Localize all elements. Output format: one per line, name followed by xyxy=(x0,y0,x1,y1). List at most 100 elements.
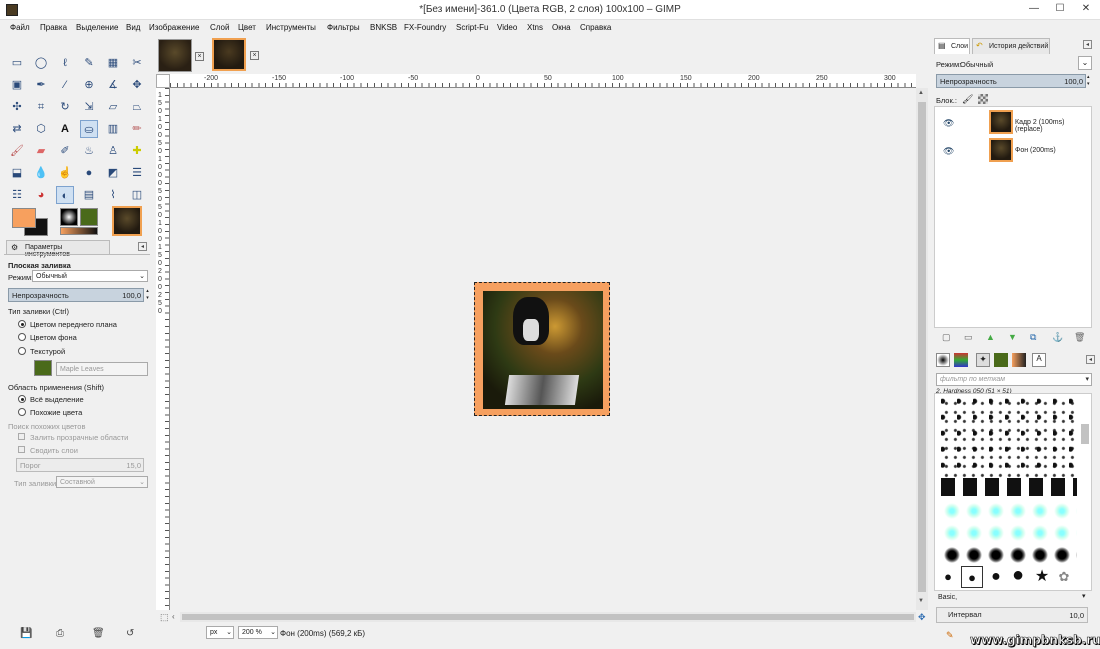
brush-item[interactable]: ● xyxy=(987,568,1005,586)
reset-options-icon[interactable]: ↺ xyxy=(126,628,134,639)
menu-fx-foundry[interactable]: FX-Foundry xyxy=(404,23,446,32)
horizontal-scrollbar[interactable] xyxy=(180,612,916,622)
clone-icon[interactable]: ♙ xyxy=(104,142,122,160)
layer-row[interactable]: 👁 Кадр 2 (100ms)(replace) xyxy=(935,109,1091,135)
tab-brush-editor[interactable]: ✦ xyxy=(976,353,990,367)
text-icon[interactable]: A xyxy=(56,120,74,138)
delete-layer-icon[interactable]: 🗑 xyxy=(1074,332,1085,343)
brush-item[interactable]: ★ xyxy=(1033,568,1051,586)
colorize-icon[interactable]: ◕ xyxy=(32,186,50,204)
align-icon[interactable]: ✣ xyxy=(8,98,26,116)
brush-filter-input[interactable]: фильтр по меткам ▾ xyxy=(936,373,1092,386)
color-balance-icon[interactable]: ☰ xyxy=(128,164,146,182)
scissors-icon[interactable]: ✂ xyxy=(128,54,146,72)
dodge-burn-icon[interactable]: ● xyxy=(80,164,98,182)
close-icon[interactable]: × xyxy=(250,51,259,60)
blend-icon[interactable]: ▥ xyxy=(104,120,122,138)
scrollbar-thumb[interactable] xyxy=(182,614,914,620)
tab-gradients[interactable] xyxy=(1012,353,1026,367)
scroll-down-icon[interactable]: ▼ xyxy=(918,598,924,604)
edit-brush-icon[interactable]: ✎ xyxy=(946,630,954,641)
scrollbar-thumb[interactable] xyxy=(1081,424,1089,444)
maximize-button[interactable]: ☐ xyxy=(1046,0,1074,18)
scrollbar-thumb[interactable] xyxy=(918,102,926,592)
fill-by-select[interactable]: Составной ⌄ xyxy=(56,476,148,488)
curves-icon[interactable]: ⌇ xyxy=(104,186,122,204)
tab-layers[interactable]: ▤ Слои xyxy=(934,38,970,54)
mode-select[interactable]: Обычный ⌄ xyxy=(32,270,148,282)
menu-filters[interactable]: Фильтры xyxy=(327,23,360,32)
image-tab-thumbnail-active[interactable] xyxy=(212,38,246,71)
flip-icon[interactable]: ⇄ xyxy=(8,120,26,138)
tab-brushes[interactable] xyxy=(936,353,950,367)
chevron-down-icon[interactable]: ▾ xyxy=(1082,592,1086,600)
tab-patterns[interactable] xyxy=(994,353,1008,367)
lock-alpha-icon[interactable] xyxy=(978,94,988,104)
vertical-scrollbar[interactable]: ▲ ▼ xyxy=(916,88,928,610)
restore-options-icon[interactable]: ⎙ xyxy=(56,628,64,639)
brush-item[interactable]: ✿ xyxy=(1055,568,1073,586)
menu-layer[interactable]: Слой xyxy=(210,23,229,32)
menu-tools[interactable]: Инструменты xyxy=(266,23,316,32)
eye-icon[interactable]: 👁 xyxy=(943,118,954,129)
menu-colors[interactable]: Цвет xyxy=(238,23,256,32)
panel-menu-icon[interactable]: ◂ xyxy=(138,242,147,251)
pattern-swatch-icon[interactable] xyxy=(34,360,52,376)
unit-select[interactable]: px ⌄ xyxy=(206,626,234,639)
ellipse-select-icon[interactable]: ◯ xyxy=(32,54,50,72)
lower-layer-icon[interactable]: ▼ xyxy=(1008,332,1017,342)
delete-options-icon[interactable]: 🗑 xyxy=(92,628,105,639)
scale-icon[interactable]: ⇲ xyxy=(80,98,98,116)
opacity-spin-icon[interactable]: ▴ ▾ xyxy=(1087,74,1092,88)
smudge-icon[interactable]: ☝ xyxy=(56,164,74,182)
tab-history[interactable]: ↶ История действий xyxy=(972,38,1050,54)
lock-pixels-icon[interactable]: 🖌 xyxy=(962,94,973,105)
foreground-color-swatch[interactable] xyxy=(12,208,36,228)
menu-help[interactable]: Справка xyxy=(580,23,611,32)
menu-edit[interactable]: Правка xyxy=(40,23,67,32)
blur-icon[interactable]: 💧 xyxy=(32,164,50,182)
close-icon[interactable]: × xyxy=(195,52,204,61)
menu-file[interactable]: Файл xyxy=(10,23,30,32)
fill-transparent-checkbox[interactable] xyxy=(18,433,25,440)
heal-icon[interactable]: ✚ xyxy=(128,142,146,160)
pattern-preview-icon[interactable] xyxy=(80,208,98,226)
brushes-grid[interactable]: ● ● ● ● ★ ✿ xyxy=(934,393,1092,591)
crop-icon[interactable]: ⌗ xyxy=(32,98,50,116)
tab-tool-options[interactable]: ⚙ Параметры инструментов xyxy=(6,240,110,258)
menu-bnksb[interactable]: BNKSB xyxy=(370,23,397,32)
horizontal-ruler[interactable]: -200 -150 -100 -50 0 50 100 150 200 250 … xyxy=(170,74,916,88)
desaturate-icon[interactable]: ◩ xyxy=(104,164,122,182)
image-tab-thumbnail[interactable] xyxy=(158,39,192,72)
duplicate-layer-icon[interactable]: ⧉ xyxy=(1030,332,1036,343)
gradient-preview-icon[interactable] xyxy=(60,227,98,235)
layer-row[interactable]: 👁 Фон (200ms) xyxy=(935,137,1091,163)
hue-saturation-icon[interactable]: ☷ xyxy=(8,186,26,204)
ink-icon[interactable]: ♨ xyxy=(80,142,98,160)
posterize-icon[interactable]: ◫ xyxy=(128,186,146,204)
chevron-down-icon[interactable]: ⌄ xyxy=(1078,56,1092,70)
tab-fonts[interactable]: A xyxy=(1032,353,1046,367)
fill-pattern-radio[interactable] xyxy=(18,347,26,355)
vertical-ruler[interactable]: 1501005010005050100150200250 xyxy=(156,88,170,610)
perspective-icon[interactable]: ⏢ xyxy=(128,98,146,116)
menu-select[interactable]: Выделение xyxy=(76,23,118,32)
airbrush-icon[interactable]: ✐ xyxy=(56,142,74,160)
zoom-icon[interactable]: ⊕ xyxy=(80,76,98,94)
close-button[interactable]: ✕ xyxy=(1072,0,1100,18)
brush-item-selected[interactable]: ● xyxy=(961,566,983,588)
cage-transform-icon[interactable]: ⬡ xyxy=(32,120,50,138)
layer-name[interactable]: Кадр 2 (100ms)(replace) xyxy=(1015,119,1091,133)
threshold-slider[interactable]: Порог 15,0 xyxy=(16,458,144,472)
quick-mask-icon[interactable]: ⬚ xyxy=(160,612,169,623)
spacing-slider[interactable]: Интервал 10,0 xyxy=(936,607,1088,623)
new-layer-icon[interactable]: ▢ xyxy=(942,332,951,343)
bucket-fill-icon[interactable]: ⛀ xyxy=(80,120,98,138)
raise-layer-icon[interactable]: ▲ xyxy=(986,332,995,342)
lasso-icon[interactable]: ℓ xyxy=(56,54,74,72)
layer-opacity-slider[interactable]: Непрозрачность 100,0 xyxy=(936,74,1086,88)
paintbrush-icon[interactable]: 🖌 xyxy=(8,142,26,160)
opacity-spin-icon[interactable]: ▴ ▾ xyxy=(145,288,150,302)
eraser-icon[interactable]: ▰ xyxy=(32,142,50,160)
sample-merged-checkbox[interactable] xyxy=(18,446,25,453)
